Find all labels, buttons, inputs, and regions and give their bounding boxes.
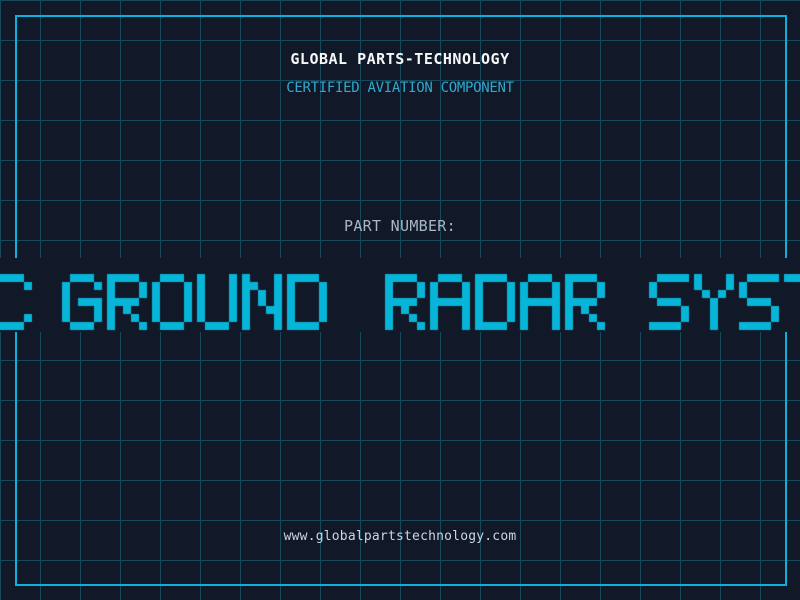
- part-number-marquee: [0, 258, 800, 332]
- part-number-marquee-band: [0, 258, 800, 332]
- certification-subtitle: CERTIFIED AVIATION COMPONENT: [286, 80, 514, 96]
- grid-background: GLOBAL PARTS-TECHNOLOGY CERTIFIED AVIATI…: [0, 0, 800, 600]
- part-number-label: PART NUMBER:: [344, 217, 456, 235]
- brand-title: GLOBAL PARTS-TECHNOLOGY: [290, 50, 510, 68]
- website-url: www.globalpartstechnology.com: [283, 529, 517, 544]
